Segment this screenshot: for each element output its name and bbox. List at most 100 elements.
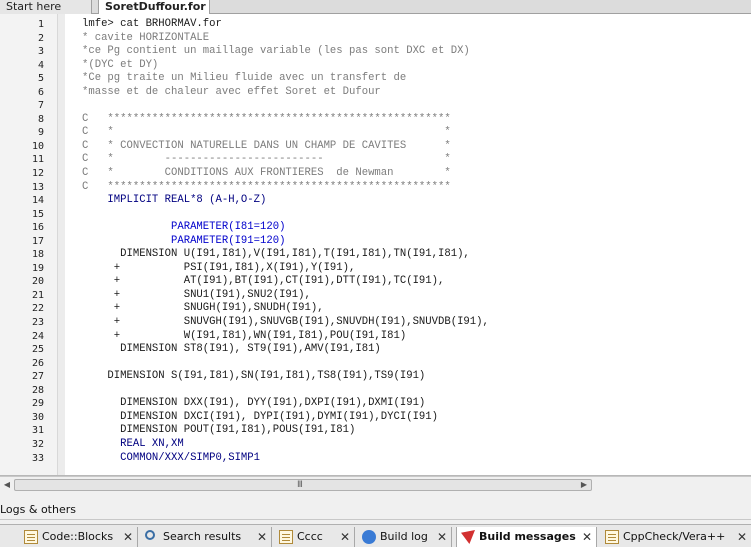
code-line[interactable]: 26: [0, 357, 751, 371]
search-icon: [145, 530, 155, 540]
close-icon[interactable]: ✕: [340, 527, 350, 547]
logs-panel-title: Logs & others: [0, 500, 751, 520]
line-number: 10: [31, 140, 44, 152]
code-line[interactable]: 17 PARAMETER(I91=120): [0, 235, 751, 249]
code-line[interactable]: 20 + AT(I91),BT(I91),CT(I91),DTT(I91),TC…: [0, 275, 751, 289]
line-number: 9: [37, 127, 44, 139]
line-number: 18: [31, 249, 44, 261]
close-icon[interactable]: ✕: [437, 527, 447, 547]
code-line[interactable]: 28: [0, 384, 751, 398]
line-number: 22: [31, 303, 44, 315]
tab-label: CppCheck/Vera++: [623, 530, 726, 543]
tab-cppcheck[interactable]: CppCheck/Vera++ ✕: [601, 527, 751, 547]
line-number: 32: [31, 438, 44, 450]
code-text: + PSI(I91,I81),X(I91),Y(I91),: [82, 261, 356, 274]
code-line[interactable]: 1 lmfe> cat BRHORMAV.for: [0, 18, 751, 32]
horizontal-scrollbar[interactable]: ◀ III ▶: [0, 476, 751, 493]
line-number: 13: [31, 181, 44, 193]
code-text: C * ------------------------- *: [82, 153, 451, 166]
line-number: 2: [37, 32, 44, 44]
document-icon: [605, 530, 619, 544]
tab-start-here[interactable]: Start here: [0, 0, 92, 14]
tab-label: Cccc: [297, 530, 323, 543]
code-line[interactable]: 32 REAL XN,XM: [0, 438, 751, 452]
tab-cccc[interactable]: Cccc ✕: [275, 527, 355, 547]
document-icon: [24, 530, 38, 544]
code-text: *Ce pg traite un Milieu fluide avec un t…: [82, 72, 407, 85]
code-text: C **************************************…: [82, 180, 451, 193]
code-line[interactable]: 21 + SNU1(I91),SNU2(I91),: [0, 289, 751, 303]
line-number: 8: [37, 113, 44, 125]
code-line[interactable]: 27 DIMENSION S(I91,I81),SN(I91,I81),TS8(…: [0, 370, 751, 384]
code-line[interactable]: 23 + SNUVGH(I91),SNUVGB(I91),SNUVDH(I91)…: [0, 316, 751, 330]
close-icon[interactable]: ✕: [257, 527, 267, 547]
line-number: 3: [37, 46, 44, 58]
line-number: 31: [31, 425, 44, 437]
code-text: *ce Pg contient un maillage variable (le…: [82, 45, 470, 58]
tab-label: Code::Blocks: [42, 530, 114, 543]
line-number: 11: [31, 154, 44, 166]
code-line[interactable]: 13 C ************************************…: [0, 181, 751, 195]
close-icon[interactable]: ✕: [123, 527, 133, 547]
code-line[interactable]: 31 DIMENSION POUT(I91,I81),POUS(I91,I81): [0, 424, 751, 438]
code-line[interactable]: 5 *Ce pg traite un Milieu fluide avec un …: [0, 72, 751, 86]
code-line[interactable]: 19 + PSI(I91,I81),X(I91),Y(I91),: [0, 262, 751, 276]
line-number: 23: [31, 317, 44, 329]
code-text: REAL XN,XM: [82, 437, 184, 450]
tab-codeblocks[interactable]: Code::Blocks ✕: [20, 527, 138, 547]
code-line[interactable]: 22 + SNUGH(I91),SNUDH(I91),: [0, 302, 751, 316]
line-number: 7: [37, 100, 44, 112]
code-line[interactable]: 10 C * CONVECTION NATURELLE DANS UN CHAMP…: [0, 140, 751, 154]
code-line[interactable]: 14 IMPLICIT REAL*8 (A-H,O-Z): [0, 194, 751, 208]
code-text: C * *: [82, 126, 451, 139]
document-icon: [279, 530, 293, 544]
code-line[interactable]: 11 C * ------------------------- *: [0, 153, 751, 167]
code-editor[interactable]: 1 lmfe> cat BRHORMAV.for 2 * cavite HORIZON…: [0, 14, 751, 476]
tab-label: SoretDuffour.for: [105, 0, 206, 13]
code-line[interactable]: 8 C *************************************…: [0, 113, 751, 127]
code-line[interactable]: 33 COMMON/XXX/SIMP0,SIMP1: [0, 452, 751, 466]
code-text: + SNU1(I91),SNU2(I91),: [82, 288, 311, 301]
line-number: 30: [31, 411, 44, 423]
code-text: PARAMETER(I91=120): [82, 234, 286, 247]
code-text: COMMON/XXX/SIMP0,SIMP1: [82, 451, 261, 464]
tab-soretduffour[interactable]: SoretDuffour.for: [98, 0, 210, 14]
code-line[interactable]: 12 C * CONDITIONS AUX FRONTIERES de Newma…: [0, 167, 751, 181]
code-line[interactable]: 2 * cavite HORIZONTALE: [0, 32, 751, 46]
code-line[interactable]: 15: [0, 208, 751, 222]
code-line[interactable]: 18 DIMENSION U(I91,I81),V(I91,I81),T(I91…: [0, 248, 751, 262]
line-number: 26: [31, 357, 44, 369]
scroll-right-arrow-icon[interactable]: ▶: [579, 480, 589, 490]
code-lines: 1 lmfe> cat BRHORMAV.for 2 * cavite HORIZON…: [0, 18, 751, 465]
line-number: 1: [37, 19, 44, 30]
code-line[interactable]: 4 *(DYC et DY): [0, 59, 751, 73]
code-line[interactable]: 9 C * *: [0, 126, 751, 140]
code-line[interactable]: 25 DIMENSION ST8(I91), ST9(I91),AMV(I91,…: [0, 343, 751, 357]
line-number: 4: [37, 59, 44, 71]
code-line[interactable]: 16 PARAMETER(I81=120): [0, 221, 751, 235]
line-number: 27: [31, 371, 44, 383]
code-line[interactable]: 6 *masse et de chaleur avec effet Soret e…: [0, 86, 751, 100]
tab-label: Build log: [380, 530, 428, 543]
tab-search-results[interactable]: Search results ✕: [141, 527, 272, 547]
line-number: 28: [31, 384, 44, 396]
scroll-thumb[interactable]: III: [14, 479, 592, 491]
tab-label: Search results: [163, 530, 242, 543]
tab-build-log[interactable]: Build log ✕: [358, 527, 452, 547]
close-icon[interactable]: ✕: [582, 527, 592, 547]
code-text: + W(I91,I81),WN(I91,I81),POU(I91,I81): [82, 329, 407, 342]
tab-build-messages[interactable]: Build messages ✕: [456, 527, 597, 547]
close-icon[interactable]: ✕: [737, 527, 747, 547]
line-number: 24: [31, 330, 44, 342]
code-text: DIMENSION POUT(I91,I81),POUS(I91,I81): [82, 424, 356, 437]
code-line[interactable]: 30 DIMENSION DXCI(I91), DYPI(I91),DYMI(I…: [0, 411, 751, 425]
code-line[interactable]: 24 + W(I91,I81),WN(I91,I81),POU(I91,I81): [0, 330, 751, 344]
line-number: 17: [31, 235, 44, 247]
code-text: * cavite HORIZONTALE: [82, 31, 210, 44]
code-line[interactable]: 29 DIMENSION DXX(I91), DYY(I91),DXPI(I91…: [0, 397, 751, 411]
scroll-left-arrow-icon[interactable]: ◀: [2, 480, 12, 490]
code-line[interactable]: 7: [0, 99, 751, 113]
code-text: IMPLICIT REAL*8 (A-H,O-Z): [82, 194, 267, 207]
line-number: 14: [31, 195, 44, 207]
code-line[interactable]: 3 *ce Pg contient un maillage variable (l…: [0, 45, 751, 59]
